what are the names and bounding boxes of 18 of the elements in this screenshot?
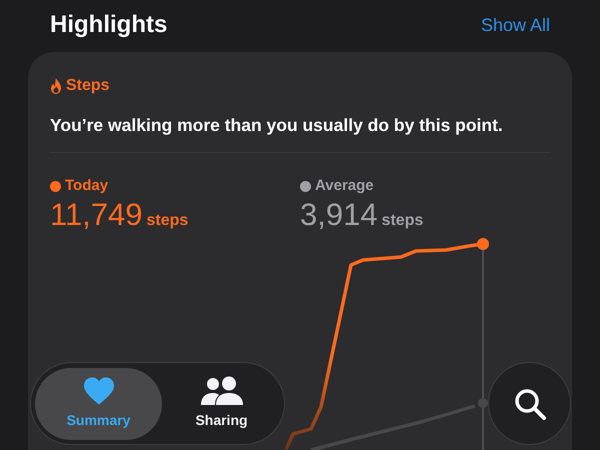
- tab[interactable]: Sharing: [164, 368, 279, 440]
- heart-icon: [82, 376, 116, 406]
- category-label: Steps: [66, 76, 110, 96]
- tab[interactable]: Summary: [35, 368, 162, 440]
- stat-value: 11,749: [50, 196, 143, 234]
- search-icon: [512, 386, 546, 420]
- flame-icon: [50, 78, 62, 94]
- stat-unit: steps: [382, 210, 424, 231]
- show-all-link[interactable]: Show All: [480, 12, 550, 38]
- stat-value: 3,914: [300, 196, 378, 234]
- insight-message: You’re walking more than you usually do by this point.: [50, 114, 504, 137]
- stat-label: Today: [65, 176, 108, 196]
- stat-unit: steps: [146, 210, 188, 231]
- people-icon: [200, 376, 244, 406]
- section-title: Highlights: [50, 10, 168, 40]
- stat-label: Average: [315, 176, 374, 196]
- today-point: [477, 238, 489, 250]
- average-point: [478, 398, 488, 408]
